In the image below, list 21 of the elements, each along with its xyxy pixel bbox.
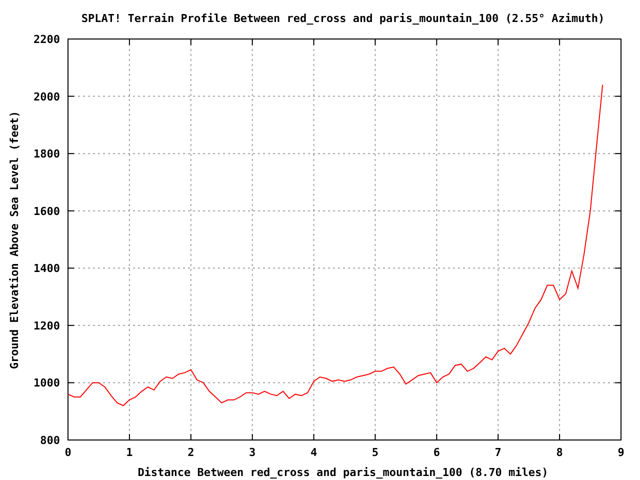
tick-label: 8 xyxy=(556,446,563,459)
tick-label: 1600 xyxy=(34,204,60,218)
tick-label: 800 xyxy=(40,434,60,447)
tick-label: 3 xyxy=(249,446,256,459)
tick-label: 1200 xyxy=(34,319,60,332)
tick-label: 5 xyxy=(372,446,379,459)
x-axis-label: Distance Between red_cross and paris_mountain_100 (8.70 miles) xyxy=(138,466,548,479)
tick-label: 1000 xyxy=(34,376,60,390)
tick-label: 2000 xyxy=(34,90,60,104)
tick-label: 0 xyxy=(64,446,72,459)
tick-label: 6 xyxy=(433,446,440,459)
tick-label: 7 xyxy=(494,446,502,459)
tick-label: 1400 xyxy=(34,262,60,276)
y-axis-label: Ground Elevation Above Sea Level (feet) xyxy=(8,110,21,370)
chart-title: SPLAT! Terrain Profile Between red_cross and paris_mountain_100 (2.55° Azimuth) xyxy=(81,12,605,25)
tick-label: 4 xyxy=(310,446,318,459)
tick-label: 2 xyxy=(188,446,194,459)
tick-label: 1 xyxy=(126,446,133,459)
tick-label: 9 xyxy=(618,446,624,459)
tick-label: 2200 xyxy=(34,33,60,46)
tick-label: 1800 xyxy=(34,148,60,161)
